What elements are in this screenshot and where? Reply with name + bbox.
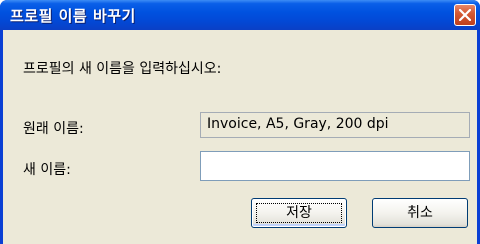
window-title: 프로필 이름 바꾸기 (10, 7, 136, 25)
original-name-field: Invoice, A5, Gray, 200 dpi (200, 112, 470, 138)
focus-ring (256, 203, 342, 223)
save-button[interactable]: 저장 (251, 198, 347, 228)
cancel-button-label: 취소 (407, 205, 433, 221)
new-name-input[interactable] (200, 151, 470, 181)
close-icon (459, 9, 471, 21)
title-bar[interactable]: 프로필 이름 바꾸기 (0, 0, 480, 30)
new-name-label: 새 이름: (23, 162, 71, 178)
original-name-label: 원래 이름: (23, 121, 84, 137)
prompt-text: 프로필의 새 이름을 입력하십시오: (23, 61, 222, 77)
rename-profile-dialog: 프로필 이름 바꾸기 프로필의 새 이름을 입력하십시오: 원래 이름: Inv… (0, 0, 480, 244)
close-button[interactable] (454, 4, 476, 26)
dialog-body: 프로필의 새 이름을 입력하십시오: 원래 이름: Invoice, A5, G… (3, 30, 477, 244)
cancel-button[interactable]: 취소 (372, 198, 468, 228)
